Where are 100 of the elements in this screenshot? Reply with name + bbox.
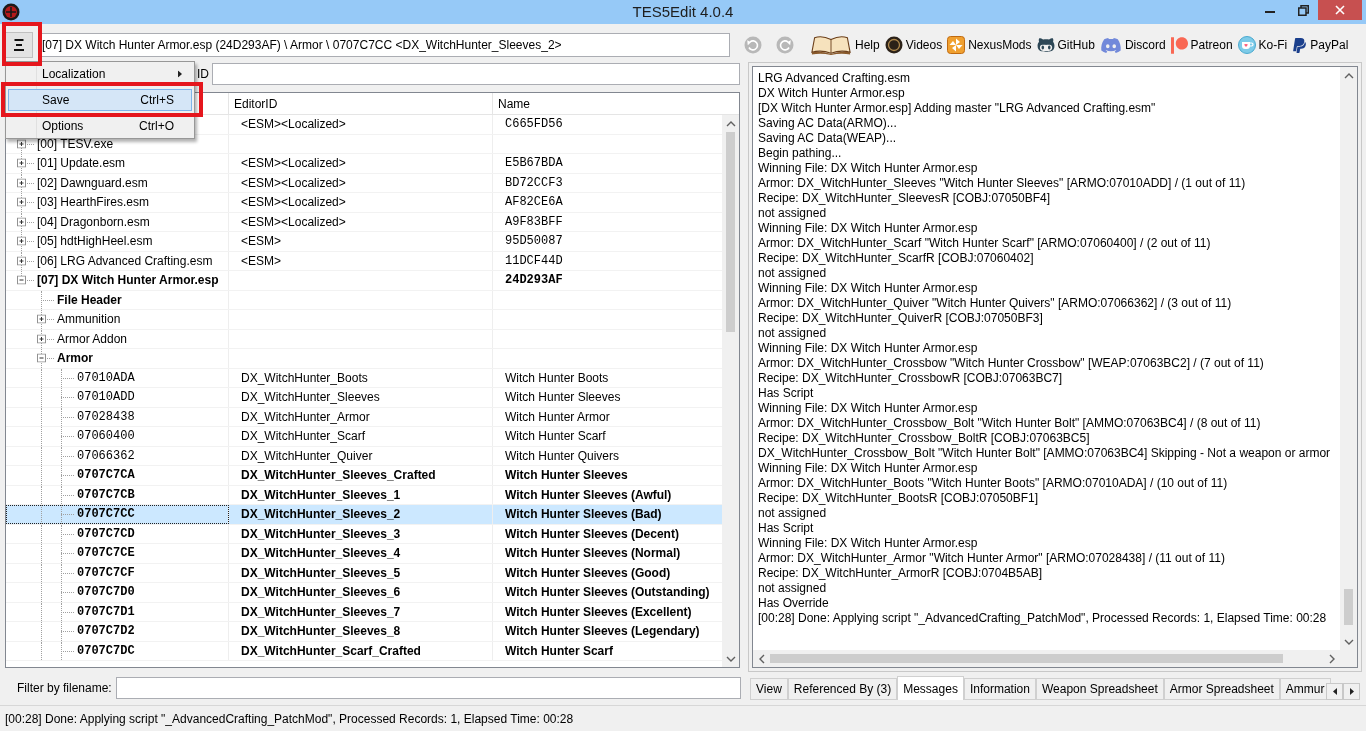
dark-disc-icon	[884, 36, 903, 54]
expand-icon[interactable]	[17, 256, 26, 266]
tab[interactable]: Messages	[897, 676, 964, 700]
expand-icon[interactable]	[37, 314, 46, 324]
tree-row[interactable]: 07010ADA DX_WitchHunter_Boots Witch Hunter Boots	[6, 368, 722, 388]
filter-field[interactable]	[115, 677, 741, 699]
collapse-icon[interactable]	[17, 275, 26, 285]
tree-row[interactable]: 07060400 DX_WitchHunter_Scarf Witch Hunter Scarf	[6, 427, 722, 447]
tab[interactable]: Weapon Spreadsheet	[1035, 678, 1164, 700]
toolbar-link[interactable]: Discord	[1099, 36, 1166, 54]
scroll-thumb[interactable]	[1344, 589, 1353, 625]
editor-id-text: <ESM><Localized>	[241, 174, 346, 192]
toolbar-link[interactable]: Help	[810, 35, 880, 55]
scroll-down-icon[interactable]	[725, 654, 736, 663]
tree-row[interactable]: 07010ADD DX_WitchHunter_Sleeves Witch Hunter Sleeves	[6, 388, 722, 408]
message-line: Recipe: DX_WitchHunter_SleevesR [COBJ:07050BF4]	[758, 191, 1052, 206]
tree-row[interactable]: 07028438 DX_WitchHunter_Armor Witch Hunter Armor	[6, 407, 722, 427]
scroll-left-button[interactable]	[1326, 683, 1343, 700]
tree-row[interactable]: 07066362 DX_WitchHunter_Quiver Witch Hunter Quivers	[6, 446, 722, 466]
node-label: [01] Update.esm	[37, 155, 126, 173]
record-name-text: 24D293AF	[505, 272, 563, 290]
tree-row[interactable]: 0707C7CE DX_WitchHunter_Sleeves_4 Witch Hunter Sleeves (Normal)	[6, 544, 722, 564]
tab[interactable]: Armor Spreadsheet	[1163, 678, 1280, 700]
expand-icon[interactable]	[17, 178, 26, 188]
scroll-thumb[interactable]	[726, 132, 735, 332]
tab[interactable]: Ammur	[1279, 678, 1331, 700]
expand-icon[interactable]	[17, 217, 26, 227]
record-name-text: Witch Hunter Sleeves (Normal)	[505, 545, 681, 563]
tree-row[interactable]: [07] DX Witch Hunter Armor.esp 24D293AF	[6, 271, 722, 291]
editor-id-text: <ESM><Localized>	[241, 194, 346, 212]
scroll-right-icon[interactable]	[1327, 653, 1336, 664]
paypal-logo-icon	[1292, 36, 1308, 54]
scrollbar[interactable]	[753, 650, 1340, 667]
scroll-left-icon[interactable]	[757, 653, 766, 664]
column-header[interactable]: EditorID	[229, 93, 493, 114]
tree-row[interactable]: [04] Dragonborn.esm <ESM><Localized> A9F83BFF	[6, 212, 722, 232]
tab[interactable]: Referenced By (3)	[787, 678, 898, 700]
toolbar-link[interactable]: Videos	[884, 36, 943, 54]
editor-id-text: <ESM>	[241, 252, 282, 270]
toolbar-link[interactable]: Patreon	[1170, 36, 1233, 54]
record-name-text: A9F83BFF	[505, 213, 563, 231]
column-header[interactable]: Name	[493, 93, 739, 114]
toolbar-link[interactable]: Ko-Fi	[1237, 36, 1288, 54]
node-label: 0707C7CF	[77, 564, 135, 582]
tree-row[interactable]: [01] Update.esm <ESM><Localized> E5B67BDA	[6, 154, 722, 174]
expand-icon[interactable]	[17, 236, 26, 246]
expand-icon[interactable]	[17, 197, 26, 207]
menu-button[interactable]	[5, 32, 33, 58]
tree-row[interactable]: [06] LRG Advanced Crafting.esm <ESM> 11DCF44D	[6, 251, 722, 271]
status-text: [00:28] Done: Applying script "_AdvancedCrafting_PatchMod", Processed Records: 1, Elapsed Time: 00:28	[5, 710, 574, 728]
node-label: [00] TESV.exe	[37, 135, 114, 153]
open-book-icon	[810, 35, 852, 55]
id-search-field[interactable]	[212, 63, 740, 85]
editor-id-text: DX_WitchHunter_Quiver	[241, 447, 373, 465]
node-label: 0707C7CE	[77, 545, 135, 563]
cat-face-icon	[1036, 36, 1055, 54]
scrollbar[interactable]	[722, 115, 739, 667]
scroll-right-button[interactable]	[1343, 683, 1360, 700]
tree-row[interactable]: File Header	[6, 290, 722, 310]
node-label: 0707C7CD	[77, 525, 135, 543]
record-name-text: Witch Hunter Sleeves (Bad)	[505, 506, 662, 524]
toolbar-link[interactable]: NexusMods	[947, 36, 1032, 54]
menu-item[interactable]: Localization	[8, 63, 192, 85]
message-line: Winning File: DX Witch Hunter Armor.esp	[758, 536, 979, 551]
message-line: [00:28] Done: Applying script "_AdvancedCrafting_PatchMod", Processed Records: 1, Elapsed Time: 00:28	[758, 611, 1328, 626]
tree-row[interactable]: 0707C7DC DX_WitchHunter_Scarf_Crafted Witch Hunter Scarf	[6, 641, 722, 661]
toolbar-link[interactable]: GitHub	[1036, 36, 1095, 54]
expand-icon[interactable]	[17, 158, 26, 168]
tab[interactable]: View	[750, 678, 788, 700]
expand-icon[interactable]	[37, 334, 46, 344]
record-name-text: Witch Hunter Sleeves (Outstanding)	[505, 584, 710, 602]
tree-row[interactable]: [02] Dawnguard.esm <ESM><Localized> BD72CCF3	[6, 173, 722, 193]
tree-row[interactable]: 0707C7CA DX_WitchHunter_Sleeves_Crafted Witch Hunter Sleeves	[6, 466, 722, 486]
scrollbar[interactable]	[1340, 67, 1357, 650]
editor-id-text: DX_WitchHunter_Sleeves_1	[241, 486, 401, 504]
tree-row[interactable]: 0707C7CF DX_WitchHunter_Sleeves_5 Witch Hunter Sleeves (Good)	[6, 563, 722, 583]
tree-row[interactable]: [03] HearthFires.esm <ESM><Localized> AF82CE6A	[6, 193, 722, 213]
toolbar-link[interactable]: PayPal	[1292, 36, 1349, 54]
scroll-down-icon[interactable]	[1343, 637, 1354, 646]
scroll-thumb[interactable]	[770, 654, 1283, 663]
record-name-text: Witch Hunter Sleeves (Excellent)	[505, 603, 692, 621]
record-name-text: Witch Hunter Sleeves (Good)	[505, 564, 671, 582]
record-name-text: Witch Hunter Scarf	[505, 642, 613, 660]
tree-row[interactable]: 0707C7CB DX_WitchHunter_Sleeves_1 Witch Hunter Sleeves (Awful)	[6, 485, 722, 505]
scroll-up-icon[interactable]	[1343, 71, 1354, 80]
collapse-icon[interactable]	[37, 353, 46, 363]
restore-icon	[1297, 4, 1309, 16]
scroll-up-icon[interactable]	[725, 119, 736, 128]
tree-row[interactable]: Armor	[6, 349, 722, 369]
tree-row[interactable]: 0707C7D0 DX_WitchHunter_Sleeves_6 Witch Hunter Sleeves (Outstanding)	[6, 583, 722, 603]
menu-item[interactable]: Options Ctrl+O	[8, 115, 192, 137]
tab[interactable]: Information	[963, 678, 1036, 700]
node-label: 0707C7D0	[77, 584, 135, 602]
tree-row[interactable]: 0707C7D1 DX_WitchHunter_Sleeves_7 Witch Hunter Sleeves (Excellent)	[6, 602, 722, 622]
tree-row[interactable]: 0707C7D2 DX_WitchHunter_Sleeves_8 Witch Hunter Sleeves (Legendary)	[6, 622, 722, 642]
tree-row[interactable]: 0707C7CD DX_WitchHunter_Sleeves_3 Witch Hunter Sleeves (Decent)	[6, 524, 722, 544]
tree-row[interactable]: [05] hdtHighHeel.esm <ESM> 95D50087	[6, 232, 722, 252]
tree-row[interactable]: Armor Addon	[6, 329, 722, 349]
tree-row[interactable]: Ammunition	[6, 310, 722, 330]
tree-row[interactable]: 0707C7CC DX_WitchHunter_Sleeves_2 Witch Hunter Sleeves (Bad)	[6, 505, 722, 525]
